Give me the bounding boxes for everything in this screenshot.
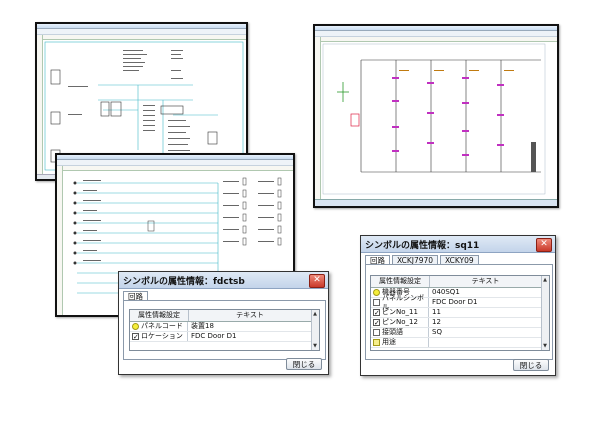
scroll-up-icon[interactable]: ▲ xyxy=(542,277,548,283)
dialog-title: シンボルの属性情報：fdctsb xyxy=(119,272,328,289)
grid-row[interactable]: ✓ ピンNo_11 11 xyxy=(371,308,549,318)
tab-panel: 属性情報設定 テキスト 機器番号 040SQ1 パネルシンボル FDC Door… xyxy=(365,264,553,360)
attribute-value[interactable]: FDC Door D1 xyxy=(188,332,236,341)
tab-panel: 属性情報設定 テキスト パネルコード 装置18 ✓ ロケーション FDC Doo… xyxy=(123,300,326,360)
close-button[interactable]: 閉じる xyxy=(286,358,322,370)
close-button[interactable]: 閉じる xyxy=(513,359,549,371)
checkbox-checked-icon[interactable]: ✓ xyxy=(373,319,380,327)
grid-row[interactable]: 接頭語 SQ xyxy=(371,328,549,338)
selected-symbol-marker[interactable] xyxy=(350,113,360,127)
grid-row[interactable]: 用途 xyxy=(371,338,549,348)
column-header-text[interactable]: テキスト xyxy=(430,276,542,287)
taskbar[interactable] xyxy=(315,199,557,206)
screenshot-ladder xyxy=(313,24,559,208)
vertical-scrollbar[interactable]: ▲ ▼ xyxy=(541,276,549,350)
scroll-down-icon[interactable]: ▼ xyxy=(542,343,548,349)
column-header-attribute[interactable]: 属性情報設定 xyxy=(130,310,189,321)
ladder-drawing xyxy=(322,43,546,195)
attribute-value[interactable]: SQ xyxy=(429,328,442,337)
grid-row[interactable]: パネルコード 装置18 xyxy=(130,322,319,332)
close-icon[interactable]: ✕ xyxy=(309,274,325,288)
grid-header: 属性情報設定 テキスト xyxy=(371,276,549,288)
grid-header: 属性情報設定 テキスト xyxy=(130,310,319,322)
attribute-name: ロケーション xyxy=(141,332,183,340)
checkbox-unchecked-icon[interactable] xyxy=(373,299,380,306)
checkbox-checked-icon[interactable]: ✓ xyxy=(373,309,380,317)
grid-row[interactable]: ✓ ロケーション FDC Door D1 xyxy=(130,332,319,342)
attribute-value[interactable]: 12 xyxy=(429,318,441,327)
attribute-value[interactable]: 040SQ1 xyxy=(429,288,460,297)
column-header-attribute[interactable]: 属性情報設定 xyxy=(371,276,430,287)
attribute-grid[interactable]: 属性情報設定 テキスト パネルコード 装置18 ✓ ロケーション FDC Doo… xyxy=(129,309,320,351)
attribute-name: 接頭語 xyxy=(382,328,403,336)
attribute-value[interactable]: 装置18 xyxy=(188,322,214,331)
checkbox-unchecked-icon[interactable] xyxy=(373,329,380,336)
attribute-name: ピンNo_12 xyxy=(382,318,418,326)
close-icon[interactable]: ✕ xyxy=(536,238,552,252)
scroll-down-icon[interactable]: ▼ xyxy=(312,343,318,349)
attribute-value[interactable]: FDC Door D1 xyxy=(429,298,477,307)
symbol-attribute-dialog-fdctsb: シンボルの属性情報：fdctsb ✕ 回路 属性情報設定 テキスト パネルコード… xyxy=(118,271,329,375)
grid-row[interactable]: パネルシンボル FDC Door D1 xyxy=(371,294,549,311)
dialog-title: シンボルの属性情報：sq11 xyxy=(361,236,555,253)
grid-row[interactable]: ✓ ピンNo_12 12 xyxy=(371,318,549,328)
attribute-grid[interactable]: 属性情報設定 テキスト 機器番号 040SQ1 パネルシンボル FDC Door… xyxy=(370,275,550,351)
attribute-name: パネルコード xyxy=(141,322,183,330)
attribute-value[interactable]: 11 xyxy=(429,308,441,317)
checkbox-checked-icon[interactable]: ✓ xyxy=(132,333,139,341)
scroll-up-icon[interactable]: ▲ xyxy=(312,311,318,317)
drawing-area[interactable] xyxy=(315,37,557,200)
vertical-scrollbar[interactable]: ▲ ▼ xyxy=(311,310,319,350)
attribute-name: ピンNo_11 xyxy=(382,308,418,316)
yellow-circle-icon xyxy=(373,289,380,296)
symbol-attribute-dialog-sq11: シンボルの属性情報：sq11 ✕ 回路 XCKJ7970 XCKY09 属性情報… xyxy=(360,235,556,376)
column-header-text[interactable]: テキスト xyxy=(189,310,312,321)
attribute-name: 用途 xyxy=(382,338,396,346)
yellow-box-icon xyxy=(373,339,380,346)
yellow-circle-icon xyxy=(132,323,139,330)
